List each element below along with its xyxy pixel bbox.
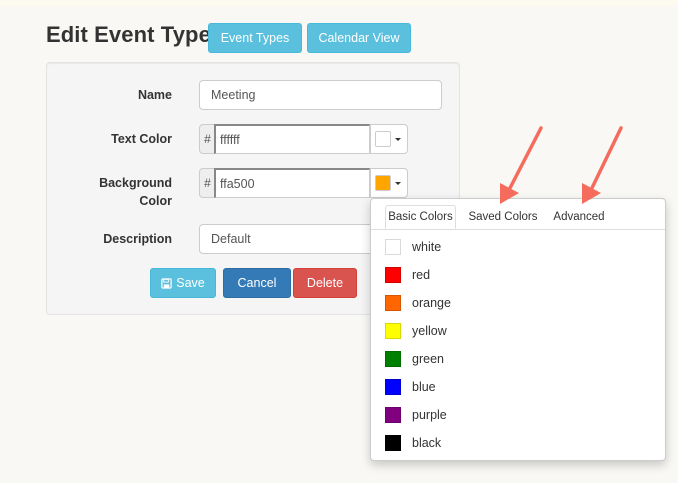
save-label: Save	[176, 276, 205, 290]
color-swatch	[385, 267, 401, 283]
text-color-picker-button[interactable]	[370, 124, 408, 154]
color-option-orange[interactable]: orange	[385, 293, 451, 313]
color-option-green[interactable]: green	[385, 349, 444, 369]
color-swatch	[385, 323, 401, 339]
save-button[interactable]: Save	[150, 268, 216, 298]
annotation-arrow-saved-colors	[500, 126, 543, 204]
color-name: purple	[412, 408, 447, 422]
color-name: white	[412, 240, 442, 254]
background-color-label-line2: Color	[139, 194, 172, 208]
description-label: Description	[103, 232, 172, 246]
name-label: Name	[137, 88, 172, 102]
color-swatch	[385, 351, 401, 367]
color-name: orange	[412, 296, 451, 310]
color-picker-popup: Basic Colors Saved Colors Advanced white…	[370, 198, 666, 461]
top-strip	[0, 0, 678, 6]
bg-color-input[interactable]: ffa500	[214, 168, 370, 198]
event-types-button[interactable]: Event Types	[208, 23, 302, 53]
tab-advanced[interactable]: Advanced	[549, 205, 609, 229]
caret-down-icon	[395, 137, 401, 141]
color-option-yellow[interactable]: yellow	[385, 321, 447, 341]
color-option-white[interactable]: white	[385, 237, 441, 257]
color-swatch	[385, 239, 401, 255]
tab-saved-colors[interactable]: Saved Colors	[465, 205, 541, 229]
name-input[interactable]: Meeting	[199, 80, 442, 110]
color-name: green	[412, 352, 444, 366]
background-color-label: Background Color	[99, 174, 172, 210]
background-color-label-line1: Background	[99, 176, 172, 190]
caret-down-icon	[395, 181, 401, 185]
page-title: Edit Event Type	[46, 22, 211, 47]
color-option-red[interactable]: red	[385, 265, 430, 285]
color-picker-tabs: Basic Colors Saved Colors Advanced	[371, 199, 665, 230]
cancel-button[interactable]: Cancel	[223, 268, 291, 298]
text-color-swatch	[375, 131, 391, 147]
annotation-arrow-advanced	[582, 126, 623, 204]
text-color-input[interactable]: ffffff	[214, 124, 370, 154]
color-swatch	[385, 379, 401, 395]
bg-color-swatch	[375, 175, 391, 191]
color-swatch	[385, 435, 401, 451]
color-swatch	[385, 295, 401, 311]
floppy-disk-icon	[161, 277, 172, 289]
color-option-blue[interactable]: blue	[385, 377, 436, 397]
delete-button[interactable]: Delete	[293, 268, 357, 298]
tab-basic-colors[interactable]: Basic Colors	[385, 205, 456, 229]
color-option-black[interactable]: black	[385, 433, 441, 453]
color-name: blue	[412, 380, 436, 394]
color-option-purple[interactable]: purple	[385, 405, 447, 425]
text-color-hash-addon: #	[199, 124, 215, 154]
bg-color-picker-button[interactable]	[370, 168, 408, 198]
color-name: red	[412, 268, 431, 282]
calendar-view-button[interactable]: Calendar View	[307, 23, 411, 53]
text-color-label: Text Color	[111, 132, 172, 146]
color-name: yellow	[412, 324, 447, 338]
color-name: black	[412, 436, 442, 450]
bg-color-hash-addon: #	[199, 168, 215, 198]
color-swatch	[385, 407, 401, 423]
